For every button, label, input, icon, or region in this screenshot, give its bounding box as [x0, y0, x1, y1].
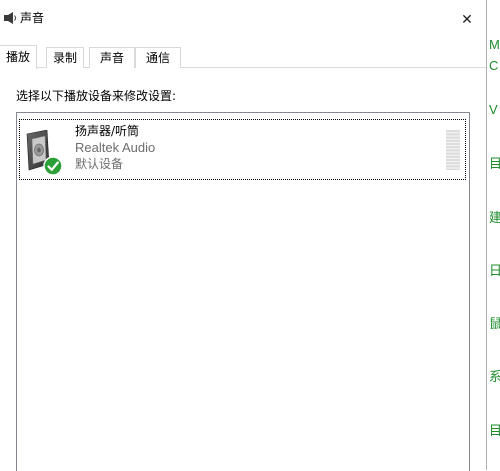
background-text: 日 — [489, 263, 500, 278]
background-text: 系 — [489, 369, 500, 384]
background-text: M — [489, 37, 500, 52]
device-name: 扬声器/听筒 — [75, 124, 140, 138]
playback-device-list[interactable]: 扬声器/听筒 Realtek Audio 默认设备 — [16, 112, 470, 471]
volume-level-meter — [446, 130, 460, 170]
background-text: 目 — [489, 423, 500, 438]
playback-panel: 选择以下播放设备来修改设置: 扬声器/听筒 Realtek Audio 默认设备 — [0, 68, 486, 471]
tab-communications[interactable]: 通信 — [135, 47, 181, 68]
speaker-app-icon — [4, 12, 16, 24]
window-title: 声音 — [20, 11, 45, 25]
speaker-icon — [26, 130, 63, 176]
device-list-item[interactable]: 扬声器/听筒 Realtek Audio 默认设备 — [19, 119, 466, 180]
close-button[interactable]: ✕ — [448, 6, 486, 34]
device-status: 默认设备 — [75, 157, 124, 171]
background-text: V — [489, 102, 498, 117]
device-driver: Realtek Audio — [75, 140, 156, 155]
instruction-text: 选择以下播放设备来修改设置: — [16, 89, 177, 103]
background-text: C — [489, 58, 499, 73]
background-window-edge: M C V 目 建 日 鼠 系 目 — [487, 0, 500, 470]
close-icon: ✕ — [461, 12, 473, 28]
sound-dialog: 声音 ✕ 播放 录制 声音 通信 选择以下播放设备来修改设置: 扬声器/听筒 R… — [0, 0, 487, 471]
title-bar: 声音 ✕ — [0, 0, 486, 38]
tab-sounds[interactable]: 声音 — [89, 47, 135, 68]
tab-playback[interactable]: 播放 — [0, 45, 37, 69]
background-text: 目 — [489, 156, 500, 171]
default-check-icon — [43, 156, 63, 176]
background-text: 建 — [489, 210, 500, 225]
background-text: 鼠 — [489, 316, 500, 331]
tab-strip: 播放 录制 声音 通信 — [0, 45, 486, 69]
tab-recording[interactable]: 录制 — [46, 47, 84, 68]
